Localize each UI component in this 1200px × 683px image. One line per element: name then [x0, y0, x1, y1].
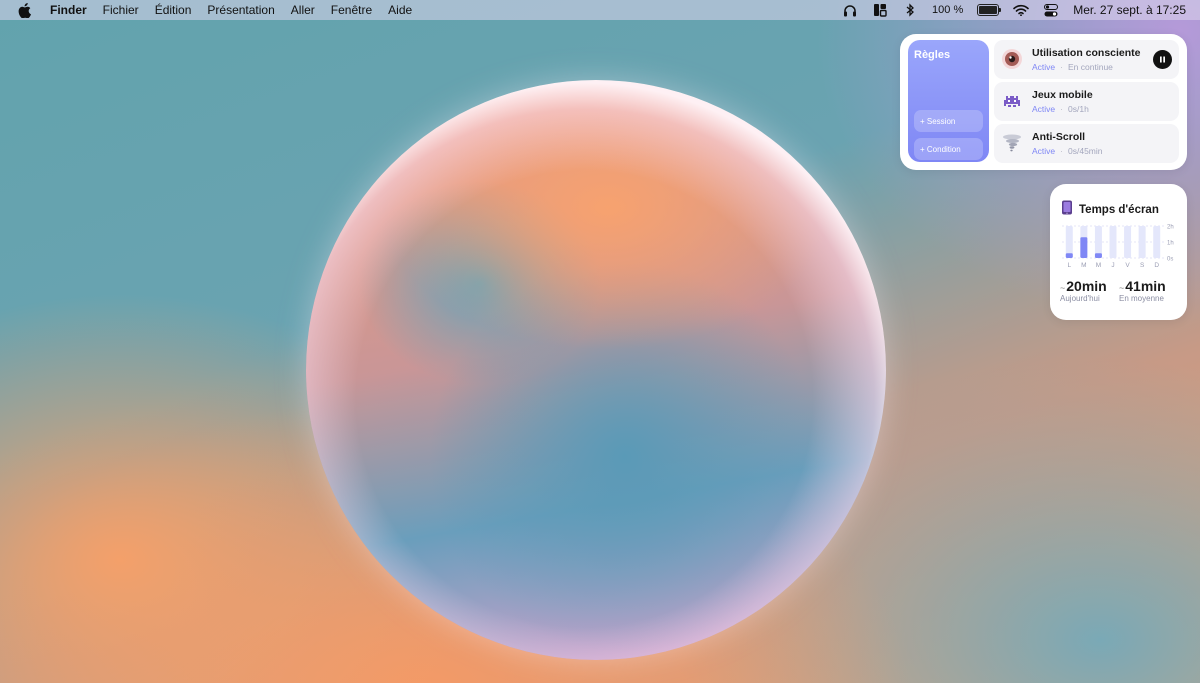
menu-bar: Finder Fichier Édition Présentation Alle… [0, 0, 1200, 20]
chart-x-tick-label: M [1096, 262, 1101, 269]
today-label: Aujourd'hui [1060, 294, 1100, 303]
rule-title: Utilisation consciente [1032, 47, 1141, 59]
chart-x-tick-label: D [1154, 262, 1159, 269]
rule-detail: En continue [1068, 62, 1113, 72]
rule-detail: 0s/1h [1068, 104, 1089, 114]
rule-title: Jeux mobile [1032, 89, 1093, 101]
chart-x-tick-label: S [1140, 262, 1145, 269]
menu-app-name[interactable]: Finder [50, 3, 87, 17]
chart-bar [1094, 253, 1102, 258]
rule-detail: 0s/45min [1068, 146, 1103, 156]
chart-bar-track [1065, 226, 1073, 258]
today-value: ~20min [1060, 278, 1107, 294]
chart-y-tick-label: 2h [1167, 225, 1174, 231]
chart-bar-track [1094, 226, 1102, 258]
average-label: En moyenne [1119, 294, 1164, 303]
menu-clock[interactable]: Mer. 27 sept. à 17:25 [1073, 3, 1186, 17]
space-invader-icon [1001, 90, 1023, 112]
menu-aller[interactable]: Aller [291, 3, 315, 17]
wifi-icon[interactable] [1013, 3, 1030, 17]
rule-status: Active [1032, 104, 1056, 114]
chart-x-tick-label: V [1125, 262, 1130, 269]
rules-title: Règles [914, 49, 951, 61]
add-condition-button[interactable]: + Condition [914, 138, 983, 160]
apple-logo-icon[interactable] [16, 2, 32, 18]
chart-x-tick-label: L [1067, 262, 1071, 269]
rule-row-utilisation-consciente[interactable]: Utilisation consciente Active · En continu… [994, 40, 1179, 79]
phone-icon [1061, 200, 1073, 220]
stage-manager-icon[interactable] [872, 3, 888, 17]
battery-percentage: 100 % [932, 4, 964, 16]
rule-row-anti-scroll[interactable]: Anti-Scroll Active · 0s/45min [994, 124, 1179, 163]
rule-title: Anti-Scroll [1032, 131, 1086, 143]
rule-subtitle: Active · En continue [1032, 62, 1113, 72]
chart-y-tick-label: 0s [1167, 257, 1173, 263]
control-center-icon[interactable] [1043, 3, 1059, 17]
rule-row-jeux-mobile[interactable]: Jeux mobile Active · 0s/1h [994, 82, 1179, 121]
rules-widget[interactable]: Règles + Session + Condition Utilisation… [900, 34, 1187, 170]
chart-bar [1080, 237, 1088, 258]
wallpaper-orb [306, 80, 886, 660]
chart-x-tick-label: M [1081, 262, 1086, 269]
chart-bar-track [1124, 226, 1132, 258]
add-session-button[interactable]: + Session [914, 110, 983, 132]
rules-card[interactable]: Règles + Session + Condition [908, 40, 989, 162]
chart-bar [1065, 253, 1073, 258]
chart-bar-track [1109, 226, 1117, 258]
screen-time-widget[interactable]: Temps d'écran 2h 1h 0s L M M J V S D ~20min Aujou… [1050, 184, 1187, 320]
menu-fichier[interactable]: Fichier [103, 3, 139, 17]
rule-subtitle: Active · 0s/1h [1032, 104, 1089, 114]
screen-time-header: Temps d'écran [1061, 200, 1159, 220]
menu-aide[interactable]: Aide [388, 3, 412, 17]
screen-time-title: Temps d'écran [1079, 204, 1159, 216]
chart-bar-track [1138, 226, 1146, 258]
rule-status: Active [1032, 62, 1056, 72]
menu-fenetre[interactable]: Fenêtre [331, 3, 372, 17]
chart-bar-track [1153, 226, 1161, 258]
pause-icon [1160, 56, 1165, 63]
menu-edition[interactable]: Édition [155, 3, 192, 17]
headphones-icon[interactable] [842, 3, 858, 17]
chart-y-tick-label: 1h [1167, 241, 1174, 247]
battery-icon[interactable] [977, 4, 1002, 16]
chart-x-tick-label: J [1111, 262, 1114, 269]
menu-presentation[interactable]: Présentation [207, 3, 274, 17]
rule-subtitle: Active · 0s/45min [1032, 146, 1103, 156]
pause-button[interactable] [1153, 50, 1172, 69]
tornado-icon [1001, 132, 1023, 154]
bluetooth-icon[interactable] [902, 3, 918, 17]
average-value: ~41min [1119, 278, 1166, 294]
eye-icon [1001, 48, 1023, 70]
rule-status: Active [1032, 146, 1056, 156]
screen-time-chart: 2h 1h 0s L M M J V S D [1062, 225, 1174, 269]
